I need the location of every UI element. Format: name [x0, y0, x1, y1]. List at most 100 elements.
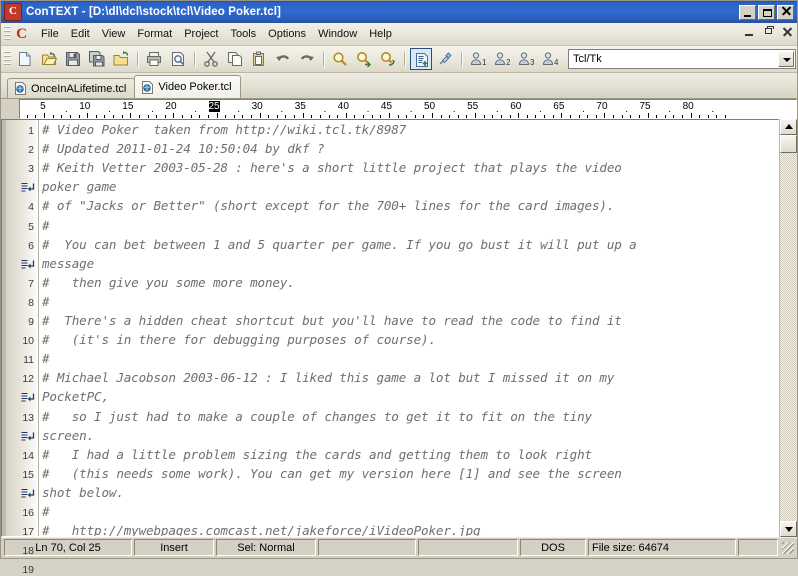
- undo-icon[interactable]: [272, 48, 294, 70]
- ruler-tick: [199, 115, 201, 118]
- bookmark-icon[interactable]: [434, 48, 456, 70]
- compile-icon[interactable]: [410, 48, 432, 70]
- editor-frame: 1 2 3 4 5 6 7 8 9 10 11 12 13 14 15 16 17 18 19 # Video Po…: [1, 119, 779, 576]
- menu-item-project[interactable]: Project: [178, 25, 224, 43]
- menu-item-format[interactable]: Format: [131, 25, 178, 43]
- menu-item-help[interactable]: Help: [363, 25, 398, 43]
- mdi-restore-icon[interactable]: [763, 26, 774, 37]
- user-exec-2-icon[interactable]: 2: [491, 48, 513, 70]
- menu-item-window[interactable]: Window: [312, 25, 363, 43]
- code-text-area[interactable]: # Video Poker taken from http://wiki.tcl…: [39, 120, 778, 536]
- ruler-number: 50: [424, 101, 436, 112]
- code-line: PocketPC,: [42, 389, 109, 405]
- ruler-tick: [569, 115, 571, 118]
- ruler-tick: [406, 115, 408, 118]
- copy-icon[interactable]: [224, 48, 246, 70]
- new-file-icon[interactable]: [14, 48, 36, 70]
- code-line: poker game: [42, 179, 117, 195]
- cut-icon[interactable]: [200, 48, 222, 70]
- toolbar-drag-grip[interactable]: [4, 51, 11, 67]
- line-number: 6: [28, 239, 34, 252]
- ruler-minor-dot: ·: [280, 106, 284, 117]
- ruler-minor-dot: ·: [409, 106, 413, 117]
- print-preview-icon[interactable]: [167, 48, 189, 70]
- toolbar-separator: [323, 50, 324, 68]
- window-title: ConTEXT - [D:\dl\dcl\stock\tcl\Video Pok…: [26, 6, 281, 18]
- window-controls: [739, 4, 794, 20]
- tcl-file-icon: [14, 82, 27, 95]
- menu-item-tools[interactable]: Tools: [224, 25, 262, 43]
- find-icon[interactable]: [329, 48, 351, 70]
- replace-icon[interactable]: [377, 48, 399, 70]
- mdi-close-icon[interactable]: [782, 26, 793, 37]
- tab-onceinalifetime[interactable]: OnceInALifetime.tcl: [7, 78, 136, 98]
- ruler-tick: [302, 113, 304, 118]
- minimize-button[interactable]: [739, 4, 756, 20]
- menu-item-edit[interactable]: Edit: [65, 25, 96, 43]
- save-icon[interactable]: [62, 48, 84, 70]
- vertical-scrollbar[interactable]: [779, 119, 797, 537]
- user-exec-4-icon[interactable]: 4: [539, 48, 561, 70]
- menu-item-file[interactable]: File: [35, 25, 65, 43]
- ruler-minor-dot: ·: [452, 106, 456, 117]
- ruler-tick: [483, 115, 485, 118]
- context-editor-window: C ConTEXT - [D:\dl\dcl\stock\tcl\Video P…: [0, 0, 798, 576]
- chevron-down-icon[interactable]: [778, 51, 794, 67]
- line-number: 14: [22, 449, 34, 462]
- word-wrap-continuation-icon: [21, 488, 35, 499]
- ruler-tick: [250, 115, 252, 118]
- resize-grip[interactable]: [781, 541, 795, 555]
- tab-label: OnceInALifetime.tcl: [31, 82, 127, 95]
- highlighter-combo[interactable]: Tcl/Tk: [568, 49, 796, 69]
- user-exec-1-icon[interactable]: 1: [467, 48, 489, 70]
- tab-label: Video Poker.tcl: [158, 81, 232, 93]
- open-file-icon[interactable]: [38, 48, 60, 70]
- svg-text:4: 4: [554, 58, 559, 67]
- mdi-minimize-icon[interactable]: [744, 26, 755, 37]
- ruler-minor-dot: ·: [668, 106, 672, 117]
- code-line: # so I just had to make a couple of chan…: [42, 408, 592, 424]
- line-number: 17: [22, 526, 34, 539]
- word-wrap-continuation-icon: [21, 392, 35, 403]
- scrollbar-track[interactable]: [780, 135, 797, 521]
- ruler-number: 20: [165, 101, 177, 112]
- line-number: 15: [22, 468, 34, 481]
- ruler-tick: [388, 113, 390, 118]
- menu-item-options[interactable]: Options: [262, 25, 312, 43]
- scrollbar-thumb[interactable]: [780, 135, 797, 153]
- ruler-tick: [561, 113, 563, 118]
- ruler-tick: [475, 113, 477, 118]
- maximize-button[interactable]: [758, 4, 775, 20]
- toolbar-separator: [194, 50, 195, 68]
- scroll-down-icon[interactable]: [780, 521, 797, 537]
- close-button[interactable]: [777, 4, 794, 20]
- ruler-tick: [190, 115, 192, 118]
- find-next-icon[interactable]: [353, 48, 375, 70]
- ruler-minor-dot: ·: [711, 106, 715, 117]
- ruler-tick: [432, 113, 433, 118]
- menu-item-view[interactable]: View: [96, 25, 132, 43]
- redo-icon[interactable]: [296, 48, 318, 70]
- ruler-tick: [699, 115, 701, 118]
- tab-video-poker[interactable]: Video Poker.tcl: [134, 75, 241, 98]
- code-line: screen.: [42, 427, 95, 443]
- ruler-minor-dot: ·: [323, 106, 327, 117]
- ruler-tick: [613, 115, 615, 118]
- line-number: 13: [22, 411, 34, 424]
- line-number: 1: [28, 125, 34, 137]
- save-all-icon[interactable]: [86, 48, 108, 70]
- ruler-tick: [457, 115, 459, 118]
- open-project-icon[interactable]: [110, 48, 132, 70]
- user-exec-3-icon[interactable]: 3: [515, 48, 537, 70]
- code-line: #: [42, 293, 50, 309]
- code-line: # You can bet between 1 and 5 quarter pe…: [42, 236, 637, 252]
- paste-icon[interactable]: [248, 48, 270, 70]
- ruler-tick: [681, 115, 683, 118]
- print-icon[interactable]: [143, 48, 165, 70]
- menu-drag-grip[interactable]: [4, 26, 11, 42]
- line-number-gutter[interactable]: 1 2 3 4 5 6 7 8 9 10 11 12 13 14 15 16 17 18 19: [2, 120, 39, 576]
- scroll-up-icon[interactable]: [780, 119, 797, 135]
- status-line-endings: DOS: [520, 539, 586, 556]
- line-number: 11: [23, 354, 34, 367]
- status-file-size: File size: 64674: [588, 539, 736, 556]
